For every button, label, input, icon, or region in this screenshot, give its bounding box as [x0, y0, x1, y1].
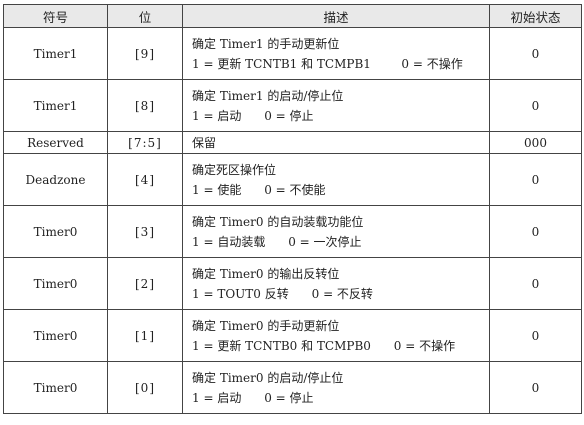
- table-row: Timer0 [3] 确定 Timer0 的自动装载功能位 1 = 自动装载 0…: [3, 205, 582, 258]
- description-values: 1 = 使能 0 = 不使能: [192, 182, 326, 197]
- header-row: 符号 位 描述 初始状态: [3, 4, 582, 28]
- description-values: 1 = 更新 TCNTB0 和 TCMPB0 0 = 不操作: [192, 338, 456, 353]
- bit-cell: [3]: [107, 205, 183, 258]
- description-cell: 确定 Timer0 的输出反转位 1 = TOUT0 反转 0 = 不反转: [182, 257, 490, 310]
- symbol-cell: Timer1: [3, 79, 108, 132]
- description-title: 确定 Timer0 的手动更新位: [192, 318, 340, 333]
- header-description: 描述: [182, 4, 490, 28]
- header-initial-state: 初始状态: [489, 4, 582, 28]
- bit-cell: [9]: [107, 27, 183, 80]
- initial-state-cell: 0: [489, 79, 582, 132]
- initial-state-cell: 0: [489, 309, 582, 362]
- description-title: 确定 Timer1 的启动/停止位: [192, 88, 344, 103]
- description-title: 确定死区操作位: [192, 162, 277, 177]
- symbol-cell: Deadzone: [3, 153, 108, 206]
- bit-cell: [0]: [107, 361, 183, 414]
- bit-cell: [8]: [107, 79, 183, 132]
- description-cell: 确定 Timer0 的自动装载功能位 1 = 自动装载 0 = 一次停止: [182, 205, 490, 258]
- symbol-cell: Timer0: [3, 309, 108, 362]
- table-row: Reserved [7:5] 保留 000: [3, 131, 582, 154]
- description-values: 1 = 更新 TCNTB1 和 TCMPB1 0 = 不操作: [192, 56, 463, 71]
- register-table-container: 符号 位 描述 初始状态 Timer1 [9] 确定 Timer1 的手动更新位…: [3, 4, 582, 414]
- symbol-cell: Reserved: [3, 131, 108, 154]
- table-row: Timer0 [0] 确定 Timer0 的启动/停止位 1 = 启动 0 = …: [3, 361, 582, 414]
- table-row: Timer0 [2] 确定 Timer0 的输出反转位 1 = TOUT0 反转…: [3, 257, 582, 310]
- description-cell: 保留: [182, 131, 490, 154]
- bit-cell: [7:5]: [107, 131, 183, 154]
- description-values: 1 = 启动 0 = 停止: [192, 390, 314, 405]
- table-row: Timer1 [9] 确定 Timer1 的手动更新位 1 = 更新 TCNTB…: [3, 27, 582, 80]
- description-values: 1 = 启动 0 = 停止: [192, 108, 314, 123]
- table-row: Timer0 [1] 确定 Timer0 的手动更新位 1 = 更新 TCNTB…: [3, 309, 582, 362]
- symbol-cell: Timer0: [3, 205, 108, 258]
- initial-state-cell: 0: [489, 27, 582, 80]
- description-title: 确定 Timer0 的输出反转位: [192, 266, 340, 281]
- description-cell: 确定 Timer0 的启动/停止位 1 = 启动 0 = 停止: [182, 361, 490, 414]
- header-symbol: 符号: [3, 4, 108, 28]
- table-row: Deadzone [4] 确定死区操作位 1 = 使能 0 = 不使能 0: [3, 153, 582, 206]
- description-values: 1 = 自动装载 0 = 一次停止: [192, 234, 362, 249]
- bit-cell: [4]: [107, 153, 183, 206]
- bit-cell: [2]: [107, 257, 183, 310]
- description-cell: 确定 Timer1 的启动/停止位 1 = 启动 0 = 停止: [182, 79, 490, 132]
- initial-state-cell: 0: [489, 361, 582, 414]
- description-title: 保留: [192, 135, 217, 150]
- symbol-cell: Timer0: [3, 257, 108, 310]
- header-bit: 位: [107, 4, 183, 28]
- bit-cell: [1]: [107, 309, 183, 362]
- table-row: Timer1 [8] 确定 Timer1 的启动/停止位 1 = 启动 0 = …: [3, 79, 582, 132]
- initial-state-cell: 0: [489, 257, 582, 310]
- symbol-cell: Timer1: [3, 27, 108, 80]
- description-title: 确定 Timer0 的自动装载功能位: [192, 214, 364, 229]
- initial-state-cell: 0: [489, 153, 582, 206]
- description-cell: 确定死区操作位 1 = 使能 0 = 不使能: [182, 153, 490, 206]
- description-values: 1 = TOUT0 反转 0 = 不反转: [192, 286, 373, 301]
- description-title: 确定 Timer1 的手动更新位: [192, 36, 340, 51]
- timer-control-register-table: 符号 位 描述 初始状态 Timer1 [9] 确定 Timer1 的手动更新位…: [3, 4, 582, 414]
- description-title: 确定 Timer0 的启动/停止位: [192, 370, 344, 385]
- description-cell: 确定 Timer0 的手动更新位 1 = 更新 TCNTB0 和 TCMPB0 …: [182, 309, 490, 362]
- description-cell: 确定 Timer1 的手动更新位 1 = 更新 TCNTB1 和 TCMPB1 …: [182, 27, 490, 80]
- initial-state-cell: 000: [489, 131, 582, 154]
- symbol-cell: Timer0: [3, 361, 108, 414]
- initial-state-cell: 0: [489, 205, 582, 258]
